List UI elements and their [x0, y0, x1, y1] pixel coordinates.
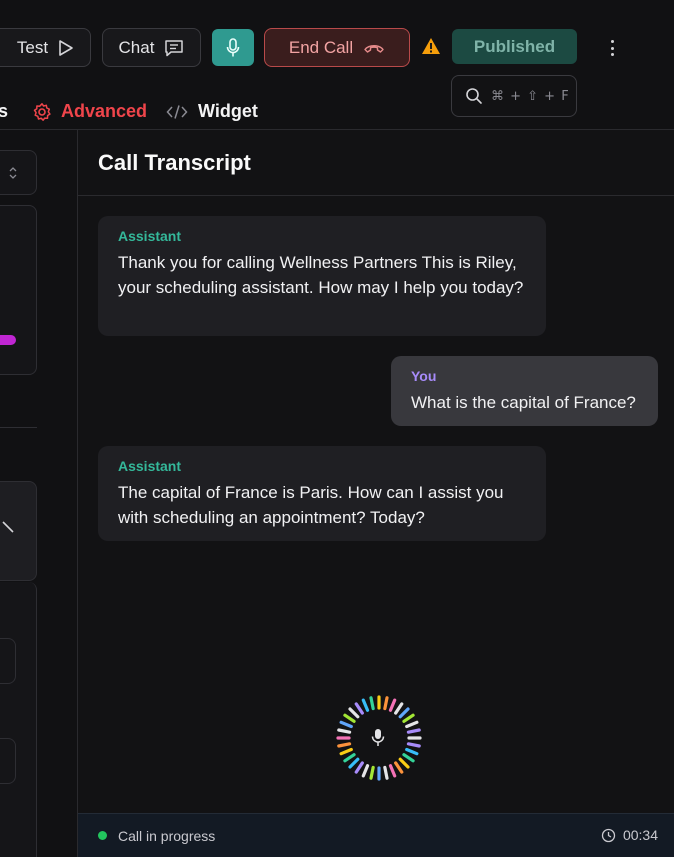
ring-segment: [343, 713, 356, 723]
ring-segment: [343, 753, 356, 763]
play-icon: [59, 39, 73, 56]
ring-segment: [369, 696, 375, 711]
advanced-label: Advanced: [61, 101, 148, 121]
ring-segment: [383, 765, 389, 780]
ring-segment: [337, 742, 352, 748]
slider-fill[interactable]: [0, 335, 16, 345]
ring-segment: [398, 707, 410, 719]
end-call-button[interactable]: End Call: [264, 28, 410, 67]
section-divider: [0, 427, 37, 428]
ring-segment: [339, 747, 353, 756]
more-options-icon[interactable]: [606, 38, 618, 58]
ring-segment: [406, 728, 421, 734]
ring-segment: [383, 696, 389, 711]
ring-segment: [337, 728, 352, 734]
input-field[interactable]: [0, 638, 16, 684]
search-button[interactable]: ⌘ + ⇧ + F: [451, 75, 577, 117]
ring-segment: [361, 764, 370, 778]
widget-label: Widget: [198, 101, 258, 121]
chat-label: Chat: [118, 37, 155, 57]
status-dot: [98, 831, 107, 840]
ring-segment: [406, 742, 421, 748]
ring-segment: [398, 757, 410, 769]
collapsible-body: [0, 582, 37, 857]
ring-segment: [348, 757, 360, 769]
microphone-icon: [226, 37, 240, 56]
ring-segment: [388, 698, 397, 712]
collapsible-header[interactable]: [0, 481, 37, 581]
top-toolbar: Test Chat End Call Published ⌘ + ⇧ + F s…: [0, 0, 674, 130]
microphone-icon: [371, 729, 385, 746]
left-config-panel: [0, 130, 78, 857]
chevron-up-icon: [2, 521, 14, 533]
gear-icon: [33, 102, 51, 121]
call-status-text: Call in progress: [118, 828, 216, 844]
code-icon: [166, 104, 188, 119]
call-transcript-panel: Call Transcript Assistant Thank you for …: [78, 130, 674, 857]
ring-segment: [405, 720, 419, 729]
search-shortcut: ⌘ + ⇧ + F: [491, 88, 570, 104]
test-label: Test: [16, 37, 49, 57]
published-button[interactable]: Published: [452, 29, 577, 64]
end-call-label: End Call: [288, 37, 354, 57]
ring-segment: [402, 753, 415, 763]
call-status-bar: Call in progress 00:34: [78, 813, 674, 857]
message-bubble-assistant: Assistant Thank you for calling Wellness…: [98, 216, 546, 336]
message-text: What is the capital of France?: [411, 393, 636, 412]
microphone-button[interactable]: [212, 29, 254, 66]
ring-segment: [361, 698, 370, 712]
title-divider: [78, 195, 674, 196]
test-button[interactable]: Test: [0, 28, 91, 67]
ring-segment: [339, 720, 353, 729]
call-timer: 00:34: [601, 827, 658, 843]
ring-segment: [394, 761, 404, 774]
timer-value: 00:34: [622, 827, 658, 843]
message-text: The capital of France is Paris. How can …: [118, 483, 504, 527]
message-bubble-user: You What is the capital of France?: [391, 356, 658, 426]
ring-segment: [388, 764, 397, 778]
model-select[interactable]: [0, 150, 37, 195]
phone-hangup-icon: [364, 44, 384, 53]
warning-icon[interactable]: [421, 37, 441, 60]
tab-advanced[interactable]: Advanced: [32, 101, 147, 122]
ring-segment: [354, 702, 364, 715]
ring-segment: [354, 761, 364, 774]
message-text: Thank you for calling Wellness Partners …: [118, 253, 524, 297]
search-icon: [466, 88, 482, 104]
published-label: Published: [473, 36, 556, 56]
ring-segment: [402, 713, 415, 723]
speaker-label: Assistant: [118, 458, 182, 474]
input-field[interactable]: [0, 738, 16, 784]
speaker-label: Assistant: [118, 228, 182, 244]
chevron-updown-icon: [9, 167, 17, 179]
ring-segment: [394, 702, 404, 715]
settings-card: [0, 205, 37, 375]
chat-button[interactable]: Chat: [102, 28, 201, 67]
clock-icon: [601, 828, 616, 842]
page-title: Call Transcript: [98, 150, 251, 175]
speaker-label: You: [411, 368, 437, 384]
ring-segment: [405, 747, 419, 756]
ring-segment: [369, 765, 375, 780]
ring-segment: [348, 707, 360, 719]
message-bubble-assistant: Assistant The capital of France is Paris…: [98, 446, 546, 541]
tab-partial[interactable]: s: [0, 101, 8, 122]
message-icon: [165, 39, 184, 56]
tab-widget[interactable]: Widget: [166, 101, 258, 122]
